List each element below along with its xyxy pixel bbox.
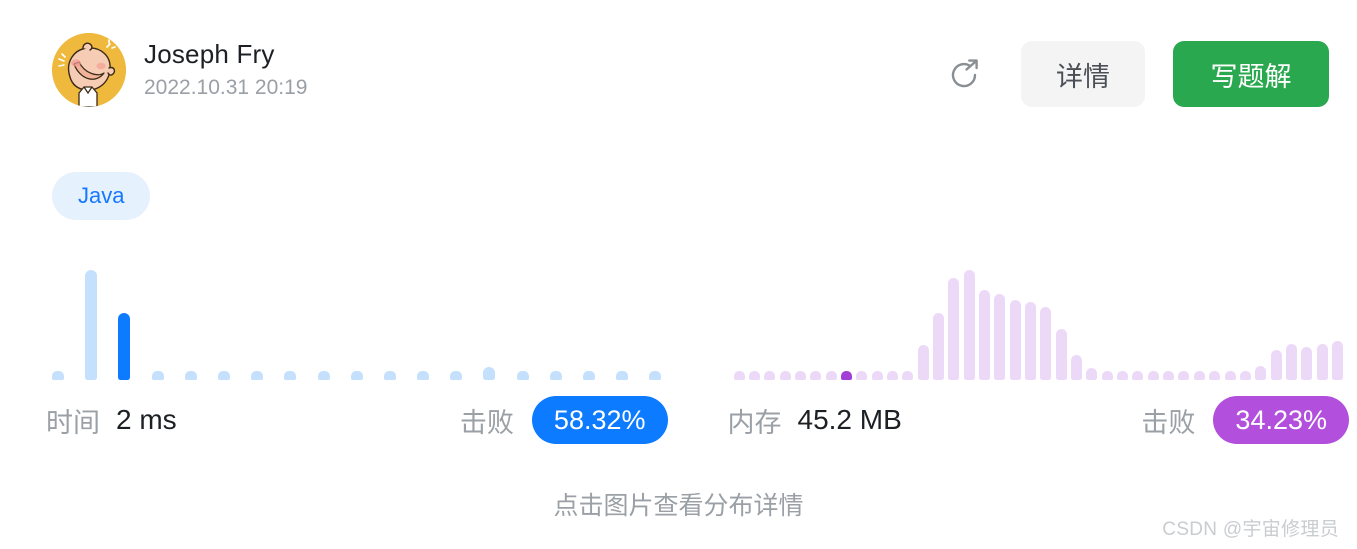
chart-bar[interactable] <box>350 371 363 380</box>
chart-bar[interactable] <box>1255 366 1267 380</box>
chart-bar[interactable] <box>616 371 629 380</box>
chart-bar[interactable] <box>284 371 297 380</box>
chart-bar[interactable] <box>1301 347 1313 380</box>
share-external-link-icon <box>951 59 978 88</box>
time-distribution-chart[interactable] <box>38 262 676 380</box>
chart-bar[interactable] <box>871 371 883 380</box>
chart-bar[interactable] <box>779 371 791 380</box>
chart-bar[interactable] <box>1009 300 1021 380</box>
chart-bar[interactable] <box>1055 329 1067 380</box>
avatar[interactable] <box>52 33 126 107</box>
chart-bar[interactable] <box>251 371 264 380</box>
submission-header: Joseph Fry 2022.10.31 20:19 详情 写题解 <box>0 0 1357 140</box>
time-distribution-panel[interactable]: 时间 2 ms 击败 58.32% <box>38 262 676 444</box>
memory-value: 45.2 MB <box>797 404 902 435</box>
chart-bar[interactable] <box>649 371 662 380</box>
chart-bar[interactable] <box>184 371 197 380</box>
chart-bar[interactable] <box>483 367 496 380</box>
chart-bar[interactable] <box>764 371 776 380</box>
chart-bar[interactable] <box>1147 371 1159 380</box>
chart-bar[interactable] <box>317 371 330 380</box>
chart-bar[interactable] <box>963 270 975 380</box>
chart-bar[interactable] <box>856 371 868 380</box>
share-button[interactable] <box>941 51 987 97</box>
chart-bar[interactable] <box>52 371 64 380</box>
chart-bar[interactable] <box>1331 341 1343 380</box>
chart-bar[interactable] <box>1224 371 1236 380</box>
user-text: Joseph Fry 2022.10.31 20:19 <box>144 38 308 102</box>
chart-bar[interactable] <box>810 371 822 380</box>
chart-bar[interactable] <box>902 371 914 380</box>
time-label: 时间 <box>46 407 100 438</box>
chart-bar[interactable] <box>1178 371 1190 380</box>
chart-bar[interactable] <box>825 371 837 380</box>
memory-beat-label: 击败 <box>1141 407 1196 438</box>
memory-distribution-panel[interactable]: 内存 45.2 MB 击败 34.23% <box>720 262 1357 444</box>
chart-bar[interactable] <box>1025 302 1037 380</box>
chart-bar[interactable] <box>733 371 745 380</box>
chart-bar[interactable] <box>1117 371 1129 380</box>
submit-timestamp: 2022.10.31 20:19 <box>144 75 308 99</box>
chart-bar[interactable] <box>1086 368 1098 380</box>
chart-bar[interactable] <box>450 371 463 380</box>
header-actions: 详情 写题解 <box>941 41 1329 107</box>
chart-bar[interactable] <box>516 371 529 380</box>
chart-bar[interactable] <box>217 371 230 380</box>
chart-click-hint: 点击图片查看分布详情 <box>553 492 804 520</box>
watermark: CSDN @宇宙修理员 <box>1162 519 1339 540</box>
chart-bar[interactable] <box>383 371 396 380</box>
language-tag-java[interactable]: Java <box>52 172 151 220</box>
chart-bar[interactable] <box>917 345 929 380</box>
chart-bar[interactable] <box>85 270 98 380</box>
user-name: Joseph Fry <box>144 39 275 70</box>
chart-bar[interactable] <box>979 290 990 380</box>
chart-bar[interactable] <box>583 371 595 380</box>
time-beat-label: 击败 <box>459 407 514 438</box>
memory-label: 内存 <box>727 407 782 438</box>
memory-stat-row: 内存 45.2 MB 击败 34.23% <box>720 396 1357 444</box>
chart-bar[interactable] <box>932 313 944 380</box>
time-value: 2 ms <box>116 404 177 435</box>
memory-distribution-chart[interactable] <box>720 262 1357 380</box>
chart-bar[interactable] <box>1101 371 1113 380</box>
chart-bar[interactable] <box>840 371 852 380</box>
chart-bar[interactable] <box>994 294 1006 380</box>
chart-bar[interactable] <box>151 371 164 380</box>
chart-bar[interactable] <box>886 371 898 380</box>
chart-bar[interactable] <box>1270 350 1282 380</box>
detail-button[interactable]: 详情 <box>1021 41 1145 107</box>
language-tag-row: Java <box>52 172 151 220</box>
stats-panels: 时间 2 ms 击败 58.32% 内存 45.2 MB 击败 34.23% <box>0 262 1357 444</box>
chart-bar[interactable] <box>417 371 430 380</box>
chart-bar[interactable] <box>794 371 806 380</box>
chart-bar[interactable] <box>1071 355 1083 380</box>
chart-bar[interactable] <box>1163 371 1175 380</box>
chart-bar[interactable] <box>549 371 562 380</box>
chart-bar[interactable] <box>118 313 131 380</box>
chart-bar[interactable] <box>748 371 760 380</box>
write-solution-button[interactable]: 写题解 <box>1173 41 1329 107</box>
user-info-block: Joseph Fry 2022.10.31 20:19 <box>52 33 308 107</box>
avatar-cartoon-face-icon <box>52 33 126 107</box>
chart-bar[interactable] <box>1040 307 1052 380</box>
chart-bar[interactable] <box>1285 344 1297 380</box>
chart-bar[interactable] <box>1316 344 1328 380</box>
memory-beat-percent-badge: 34.23% <box>1213 396 1349 444</box>
chart-bar[interactable] <box>1209 371 1221 380</box>
chart-bar[interactable] <box>1193 371 1205 380</box>
time-stat-row: 时间 2 ms 击败 58.32% <box>38 396 676 444</box>
time-beat-percent-badge: 58.32% <box>531 396 668 444</box>
chart-bar[interactable] <box>1132 371 1144 380</box>
chart-bar[interactable] <box>1239 371 1251 380</box>
chart-bar[interactable] <box>948 278 960 380</box>
